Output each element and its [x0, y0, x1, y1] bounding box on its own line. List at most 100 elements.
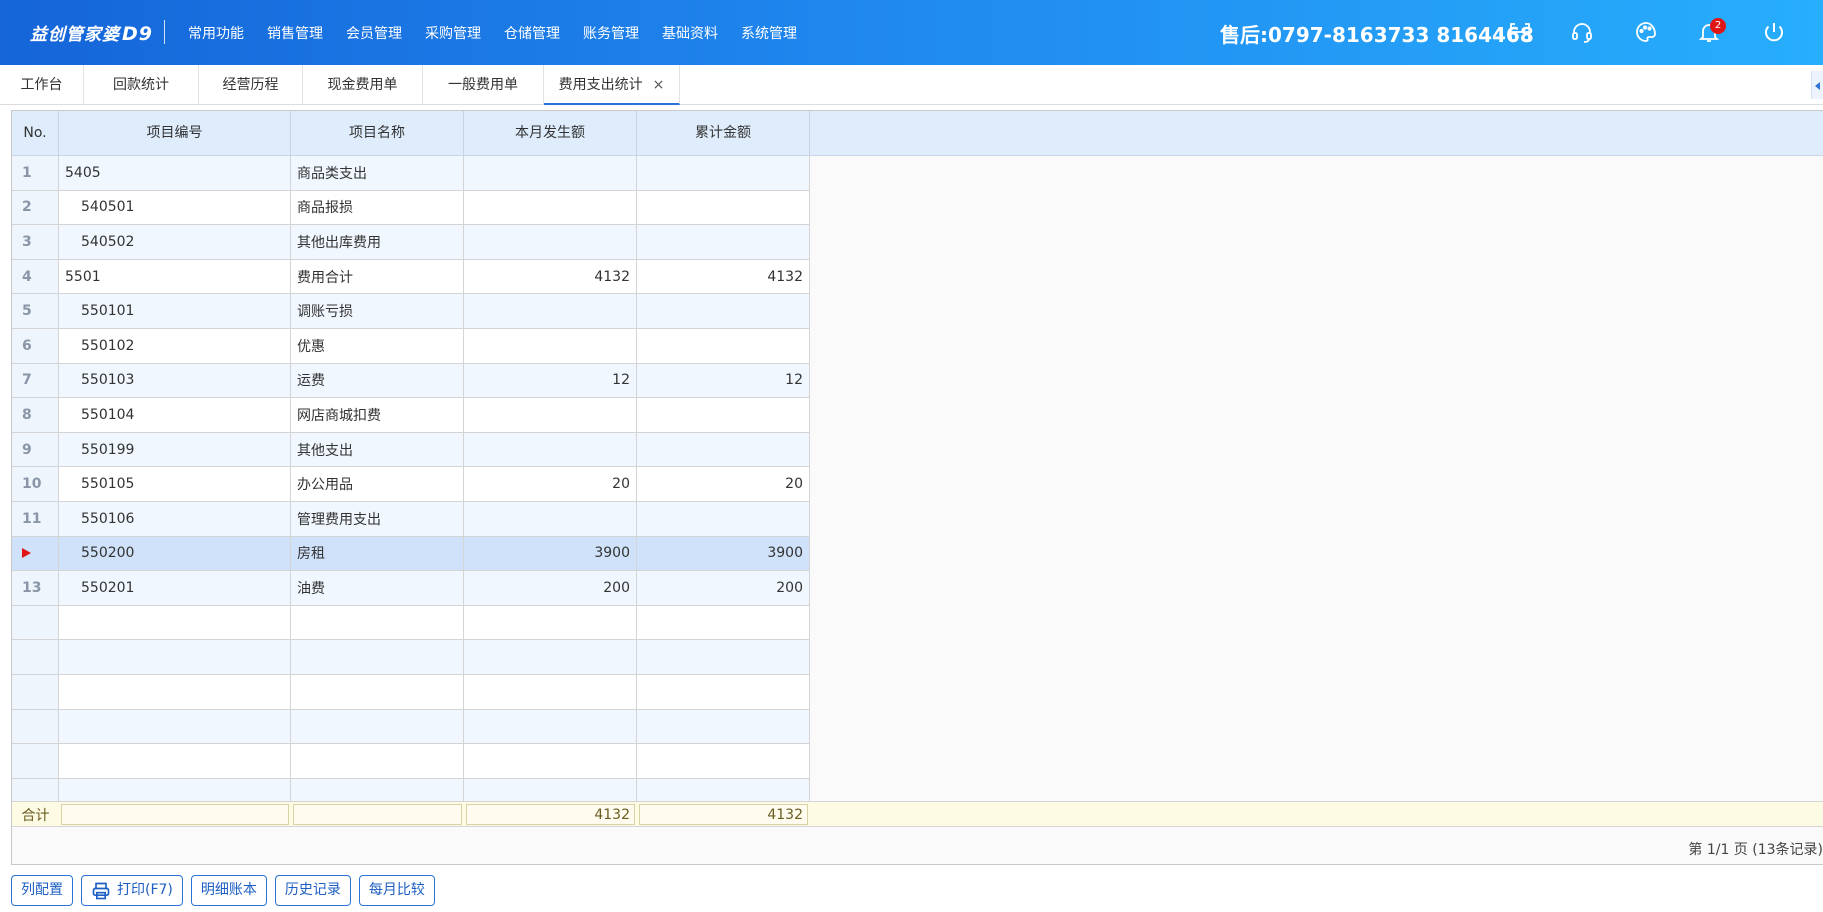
- month-amount-cell: [464, 502, 637, 537]
- top-header: 益创管家婆 D9 常用功能 销售管理 会员管理 采购管理 仓储管理 账务管理 基础…: [0, 0, 1823, 65]
- month-amount-cell: [464, 778, 637, 801]
- table-row[interactable]: 7 550103 运费 12 12: [12, 363, 810, 399]
- table-row[interactable]: 4 5501 费用合计 4132 4132: [12, 259, 810, 295]
- empty-row[interactable]: [12, 605, 810, 641]
- item-code-cell: 550201: [59, 571, 291, 606]
- row-number-cell: 6: [12, 329, 59, 364]
- tab-cash-expense[interactable]: 现金费用单: [303, 65, 423, 105]
- item-name-cell: 费用合计: [291, 259, 464, 295]
- item-name-cell: 调账亏损: [291, 294, 464, 329]
- headset-icon[interactable]: [1566, 16, 1598, 48]
- empty-row[interactable]: [12, 778, 810, 801]
- col-header-total[interactable]: 累计金额: [637, 111, 810, 156]
- row-number-cell: 7: [12, 363, 59, 399]
- row-number-cell: [12, 675, 59, 710]
- item-name-cell: 油费: [291, 571, 464, 606]
- total-amount-cell: [637, 640, 810, 675]
- monthly-compare-button[interactable]: 每月比较: [358, 875, 435, 906]
- item-code-cell: 550102: [59, 329, 291, 364]
- total-amount-cell: [637, 778, 810, 801]
- month-amount-cell: [464, 398, 637, 433]
- table-row[interactable]: 6 550102 优惠: [12, 329, 810, 364]
- button-label: 明细账本: [200, 882, 257, 898]
- print-button[interactable]: 打印(F7): [81, 875, 183, 906]
- button-label: 历史记录: [284, 882, 341, 898]
- tab-workbench[interactable]: 工作台: [0, 65, 84, 105]
- bell-icon[interactable]: 2: [1693, 16, 1726, 48]
- expense-grid: No. 项目编号 项目名称 本月发生额 累计金额 1 5405 商品类支出 2 5405…: [11, 110, 1823, 865]
- month-amount-cell: 20: [464, 467, 637, 502]
- palette-icon[interactable]: [1630, 16, 1662, 48]
- nav-item-common[interactable]: 常用功能: [188, 23, 244, 43]
- row-number-cell: 9: [12, 432, 59, 468]
- grid-body: 1 5405 商品类支出 2 540501 商品报损 3 540502 其他出库费用 4 5501 费…: [12, 156, 810, 801]
- table-row[interactable]: 9 550199 其他支出: [12, 432, 810, 468]
- tab-business-history[interactable]: 经营历程: [199, 65, 303, 105]
- item-name-cell: 商品报损: [291, 190, 464, 226]
- item-name-cell: 其他支出: [291, 432, 464, 468]
- table-row[interactable]: 13 550201 油费 200 200: [12, 571, 810, 606]
- month-amount-cell: [464, 294, 637, 329]
- nav-item-basic-data[interactable]: 基础资料: [662, 23, 718, 43]
- item-code-cell: 540501: [59, 190, 291, 226]
- total-amount-cell: 200: [637, 571, 810, 606]
- item-code-cell: [59, 744, 291, 779]
- table-row[interactable]: 5 550101 调账亏损: [12, 294, 810, 329]
- month-amount-cell: 200: [464, 571, 637, 606]
- table-row[interactable]: 2 540501 商品报损: [12, 190, 810, 226]
- nav-item-warehouse[interactable]: 仓储管理: [504, 23, 560, 43]
- col-header-code[interactable]: 项目编号: [59, 111, 291, 156]
- table-row[interactable]: 10 550105 办公用品 20 20: [12, 467, 810, 502]
- tab-expense-stats[interactable]: 费用支出统计 ×: [544, 65, 680, 105]
- nav-item-system[interactable]: 系统管理: [741, 23, 797, 43]
- total-amount-cell: [637, 190, 810, 226]
- total-amount-cell: 20: [637, 467, 810, 502]
- col-header-name[interactable]: 项目名称: [291, 111, 464, 156]
- support-hotline: 售后:0797-8163733 8164468: [1220, 23, 1534, 47]
- button-label: 列配置: [21, 882, 63, 898]
- empty-row[interactable]: [12, 640, 810, 675]
- item-name-cell: [291, 675, 464, 710]
- row-number-cell: [12, 744, 59, 779]
- total-amount-cell: [637, 156, 810, 191]
- row-number-cell: 1: [12, 156, 59, 191]
- empty-row[interactable]: [12, 709, 810, 745]
- tab-payment-stats[interactable]: 回款统计: [84, 65, 199, 105]
- history-button[interactable]: 历史记录: [274, 875, 351, 906]
- tab-scroll-left-icon[interactable]: [1811, 71, 1823, 99]
- logo-version: D9: [122, 23, 153, 45]
- row-number-cell: [12, 536, 59, 572]
- month-amount-cell: [464, 675, 637, 710]
- app-logo: 益创管家婆 D9: [30, 20, 153, 45]
- table-row[interactable]: 550200 房租 3900 3900: [12, 536, 810, 572]
- item-code-cell: 550104: [59, 398, 291, 433]
- power-icon[interactable]: [1758, 16, 1790, 48]
- summary-total: 4132: [639, 804, 808, 825]
- tab-label: 经营历程: [222, 77, 279, 93]
- table-row[interactable]: 1 5405 商品类支出: [12, 156, 810, 191]
- scan-icon[interactable]: [1504, 16, 1536, 48]
- nav-item-purchase[interactable]: 采购管理: [425, 23, 481, 43]
- tab-general-expense[interactable]: 一般费用单: [423, 65, 544, 105]
- item-code-cell: 550199: [59, 432, 291, 468]
- column-config-button[interactable]: 列配置: [11, 875, 73, 906]
- nav-item-members[interactable]: 会员管理: [346, 23, 402, 43]
- item-name-cell: 网店商城扣费: [291, 398, 464, 433]
- tab-label: 费用支出统计: [558, 77, 643, 93]
- grid-header: No. 项目编号 项目名称 本月发生额 累计金额: [12, 111, 1823, 156]
- col-header-month[interactable]: 本月发生额: [464, 111, 637, 156]
- month-amount-cell: [464, 190, 637, 226]
- empty-row[interactable]: [12, 675, 810, 710]
- tab-label: 回款统计: [113, 77, 169, 93]
- detail-ledger-button[interactable]: 明细账本: [190, 875, 267, 906]
- item-name-cell: [291, 605, 464, 641]
- table-row[interactable]: 3 540502 其他出库费用: [12, 225, 810, 260]
- table-row[interactable]: 11 550106 管理费用支出: [12, 502, 810, 537]
- row-number-cell: [12, 709, 59, 745]
- tab-close-icon[interactable]: ×: [653, 77, 665, 93]
- nav-item-accounts[interactable]: 账务管理: [583, 23, 639, 43]
- empty-row[interactable]: [12, 744, 810, 779]
- table-row[interactable]: 8 550104 网店商城扣费: [12, 398, 810, 433]
- col-header-no[interactable]: No.: [12, 111, 59, 156]
- nav-item-sales[interactable]: 销售管理: [267, 23, 323, 43]
